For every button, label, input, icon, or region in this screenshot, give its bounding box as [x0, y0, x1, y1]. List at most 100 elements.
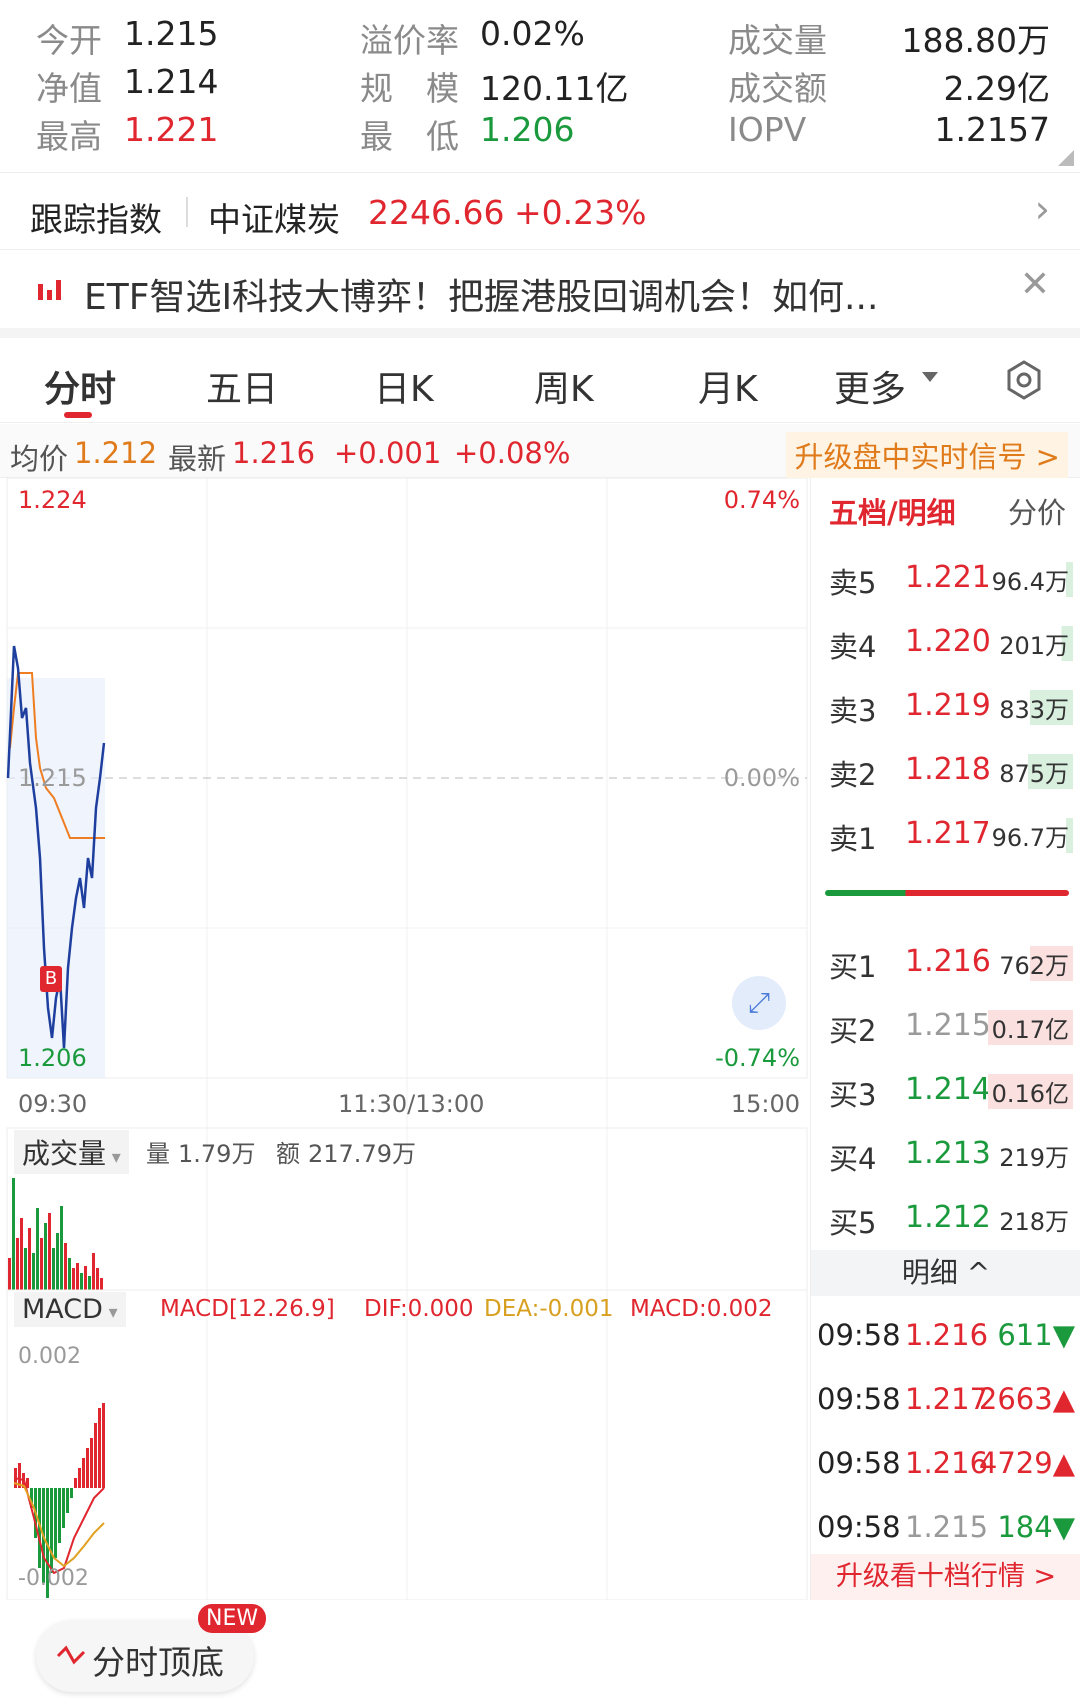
- bottom-area: 分时顶底 NEW: [0, 1600, 1080, 1707]
- iopv-value: 1.2157: [934, 110, 1050, 149]
- ask-row[interactable]: 卖2 1.218 875万: [811, 738, 1080, 802]
- upgrade-ten-level-label: 升级看十档行情 >: [835, 1561, 1057, 1592]
- tab-intraday[interactable]: 分时: [44, 360, 116, 412]
- time-start: 09:30: [18, 1090, 88, 1118]
- intraday-top-bottom-label: 分时顶底: [92, 1643, 224, 1682]
- scale-value: 120.11亿: [480, 69, 629, 108]
- tab-active-indicator: [64, 412, 92, 418]
- trade-time: 09:58: [817, 1382, 901, 1416]
- bid-volume: 219万: [999, 1144, 1069, 1172]
- ask-row[interactable]: 卖3 1.219 833万: [811, 674, 1080, 738]
- volume-label: 量: [146, 1140, 170, 1168]
- premium-value: 0.02%: [480, 14, 585, 53]
- ask-price: 1.219: [905, 688, 991, 723]
- open-label: 今开: [36, 21, 102, 60]
- volume-label: 成交量: [728, 21, 827, 60]
- buy-signal-marker[interactable]: B: [40, 966, 62, 992]
- index-name: 中证煤炭: [208, 200, 340, 239]
- trade-price: 1.217: [905, 1382, 989, 1416]
- trade-time: 09:58: [817, 1446, 901, 1480]
- amount-value: 217.79万: [308, 1140, 416, 1168]
- iopv-label: IOPV: [728, 110, 807, 149]
- ask-row[interactable]: 卖1 1.217 96.7万: [811, 802, 1080, 866]
- upgrade-ten-level-link[interactable]: 升级看十档行情 >: [811, 1554, 1080, 1600]
- intraday-chart-svg: [6, 477, 808, 1601]
- tab-five-day[interactable]: 五日: [206, 360, 278, 412]
- new-badge: NEW: [198, 1604, 267, 1633]
- volume-value: 188.80万: [901, 21, 1050, 60]
- trade-detail-row: 09:58 1.217 2663▲: [811, 1370, 1080, 1434]
- settings-icon[interactable]: [1004, 360, 1044, 400]
- tab-price-split[interactable]: 分价: [1008, 490, 1066, 532]
- index-change: +0.23%: [514, 193, 647, 232]
- price-info-row: 均价 1.212 最新 1.216 +0.001 +0.08% 升级盘中实时信号…: [0, 424, 1080, 478]
- chart-min-pct: -0.74%: [715, 1044, 800, 1072]
- bid-row[interactable]: 买2 1.215 0.17亿: [811, 994, 1080, 1058]
- section-gap: [0, 328, 1080, 338]
- trade-detail-row: 09:58 1.215 184▼: [811, 1498, 1080, 1562]
- macd-dif: DIF:0.000: [364, 1296, 474, 1322]
- avg-label: 均价: [10, 442, 69, 476]
- caret-down-icon: ▾: [102, 1302, 118, 1323]
- avg-value: 1.212: [74, 436, 158, 470]
- macd-value: MACD:0.002: [630, 1296, 773, 1322]
- close-icon[interactable]: ✕: [1020, 264, 1050, 305]
- expand-corner-icon[interactable]: [1058, 150, 1074, 166]
- latest-value: 1.216: [232, 436, 316, 470]
- bar-chart-icon: [38, 280, 61, 300]
- tab-more[interactable]: 更多: [834, 360, 906, 412]
- bid-price: 1.213: [905, 1136, 991, 1171]
- tracking-index-row[interactable]: 跟踪指数 中证煤炭 2246.66 +0.23% ›: [0, 172, 1080, 250]
- detail-toggle[interactable]: 明细 ^: [811, 1250, 1080, 1296]
- trend-icon: [56, 1645, 86, 1665]
- change-value: +0.001: [334, 436, 442, 470]
- trade-volume: 611▼: [997, 1318, 1075, 1352]
- news-banner[interactable]: ETF智选I科技大博弈！把握港股回调机会！如何... ✕: [0, 250, 1080, 328]
- volume-value: 1.79万: [178, 1140, 256, 1168]
- new-badge-label: NEW: [206, 1606, 259, 1631]
- bid-row[interactable]: 买1 1.216 762万: [811, 930, 1080, 994]
- ask-row[interactable]: 卖4 1.220 201万: [811, 610, 1080, 674]
- ask-volume: 833万: [995, 690, 1073, 725]
- ask-price: 1.217: [905, 816, 991, 851]
- low-label: 最 低: [360, 117, 459, 156]
- low-value: 1.206: [480, 110, 575, 149]
- bid-price: 1.215: [905, 1008, 991, 1043]
- tab-day-k[interactable]: 日K: [374, 360, 434, 412]
- tab-month-k[interactable]: 月K: [698, 360, 758, 412]
- amount-label: 额: [276, 1140, 300, 1168]
- bid-label: 买3: [829, 1078, 877, 1112]
- bid-label: 买4: [829, 1142, 877, 1176]
- macd-selector-label: MACD: [22, 1294, 103, 1325]
- ask-price: 1.218: [905, 752, 991, 787]
- tracking-index-label: 跟踪指数: [30, 200, 162, 239]
- tab-week-k[interactable]: 周K: [534, 360, 594, 412]
- bid-price: 1.212: [905, 1200, 991, 1235]
- macd-top: 0.002: [18, 1344, 81, 1369]
- nav-label: 净值: [36, 69, 102, 108]
- period-tabs: 分时 五日 日K 周K 月K 更多: [0, 338, 1080, 423]
- ask-volume: 875万: [995, 754, 1073, 789]
- ask-label: 卖1: [829, 822, 877, 856]
- bid-label: 买1: [829, 950, 877, 984]
- ask-row[interactable]: 卖5 1.221 96.4万: [811, 546, 1080, 610]
- bid-row[interactable]: 买3 1.214 0.16亿: [811, 1058, 1080, 1122]
- trade-price: 1.216: [905, 1318, 989, 1352]
- bid-row[interactable]: 买5 1.212 218万: [811, 1186, 1080, 1250]
- trade-price: 1.215: [905, 1510, 989, 1544]
- scale-label: 规 模: [360, 69, 459, 108]
- quote-stats: 今开 1.215 净值 1.214 最高 1.221 溢价率 0.02% 规 模…: [0, 0, 1080, 172]
- volume-selector[interactable]: 成交量 ▾: [14, 1130, 129, 1174]
- chart-min-price: 1.206: [18, 1044, 87, 1072]
- caret-down-icon: [922, 372, 938, 382]
- tab-level-detail[interactable]: 五档/明细: [829, 490, 956, 532]
- upgrade-signal-link[interactable]: 升级盘中实时信号 >: [786, 432, 1068, 478]
- intraday-chart-area: 1.224 0.74% 1.215 0.00% 1.206 -0.74% B ⤢…: [0, 477, 810, 1601]
- ask-price: 1.221: [905, 560, 991, 595]
- bid-row[interactable]: 买4 1.213 219万: [811, 1122, 1080, 1186]
- fullscreen-button[interactable]: ⤢: [732, 976, 786, 1030]
- macd-selector[interactable]: MACD ▾: [14, 1292, 126, 1327]
- ask-volume: 96.4万: [987, 562, 1073, 597]
- ask-volume: 201万: [995, 626, 1073, 661]
- high-label: 最高: [36, 117, 102, 156]
